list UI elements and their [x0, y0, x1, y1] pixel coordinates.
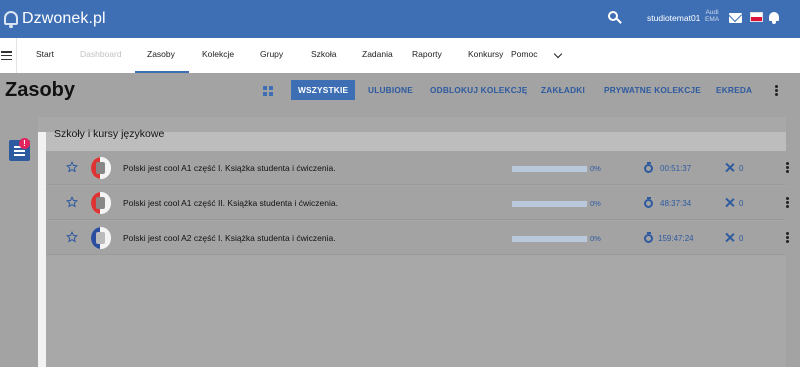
resource-title[interactable]: Polski jest cool A1 część I. Książka stu… — [123, 163, 336, 173]
tab-odblokuj-kolekcje[interactable]: ODBLOKUJ KOLEKCJĘ — [430, 85, 527, 95]
mail-icon[interactable] — [729, 13, 742, 23]
more-options-icon[interactable] — [775, 85, 778, 96]
close-icon — [725, 163, 735, 172]
stopwatch-icon — [644, 232, 654, 243]
page-root: Dzwonek.pl studiotemat01 Audi EMA Start … — [0, 0, 800, 367]
brand-name: Dzwonek.pl — [22, 10, 106, 27]
book-cover-icon — [91, 192, 111, 214]
nav-item-dashboard: Dashboard — [80, 49, 122, 59]
notification-bell-icon[interactable] — [769, 11, 779, 24]
progress-bar — [512, 236, 587, 242]
hamburger-menu-icon[interactable] — [1, 51, 12, 61]
polish-flag-icon[interactable] — [750, 12, 763, 22]
time-spent: 159:47:24 — [658, 234, 694, 243]
tab-wszystkie[interactable]: WSZYSTKIE — [291, 80, 356, 100]
progress-percent: 0% — [590, 199, 601, 208]
resource-row[interactable]: Polski jest cool A2 część I. Książka stu… — [46, 221, 789, 255]
mini-label-line1: Audi — [705, 9, 719, 16]
resource-row[interactable]: Polski jest cool A1 część I. Książka stu… — [46, 151, 789, 185]
nav-item-pomoc[interactable]: Pomoc — [511, 49, 537, 59]
time-spent: 00:51:37 — [660, 164, 692, 173]
book-cover-icon — [91, 157, 111, 179]
row-menu-icon[interactable] — [786, 162, 789, 174]
nav-item-zasoby[interactable]: Zasoby — [147, 49, 175, 59]
resource-row[interactable]: Polski jest cool A1 część II. Książka st… — [46, 186, 789, 220]
nav-item-raporty[interactable]: Raporty — [412, 49, 442, 59]
close-icon — [725, 198, 735, 207]
favorite-star-icon[interactable] — [66, 196, 78, 208]
account-mini-label[interactable]: Audi EMA — [705, 9, 719, 23]
book-cover-icon — [91, 227, 111, 249]
tab-prywatne-kolekcje[interactable]: PRYWATNE KOLEKCJE — [604, 85, 701, 95]
search-icon[interactable] — [608, 11, 622, 25]
stopwatch-icon — [644, 197, 654, 208]
left-rail: ! — [0, 117, 38, 367]
error-count: 0 — [739, 164, 744, 173]
nav-item-konkursy[interactable]: Konkursy — [468, 49, 503, 59]
nav-divider — [16, 38, 17, 73]
mini-label-line2: EMA — [705, 16, 720, 23]
main-navigation: Start Dashboard Zasoby Kolekcje Grupy Sz… — [0, 38, 800, 73]
error-count: 0 — [739, 234, 744, 243]
favorite-star-icon[interactable] — [66, 231, 78, 243]
grid-view-icon[interactable] — [263, 86, 273, 96]
resource-title[interactable]: Polski jest cool A2 część I. Książka stu… — [123, 233, 336, 243]
brand-link[interactable]: Dzwonek.pl — [0, 3, 106, 35]
favorite-star-icon[interactable] — [66, 161, 78, 173]
stopwatch-icon — [644, 162, 654, 173]
nav-item-kolekcje[interactable]: Kolekcje — [202, 49, 234, 59]
filter-alert-badge: ! — [19, 138, 30, 149]
top-app-bar: Dzwonek.pl studiotemat01 Audi EMA — [0, 0, 800, 38]
nav-item-grupy[interactable]: Grupy — [260, 49, 283, 59]
nav-item-start[interactable]: Start — [36, 49, 54, 59]
progress-percent: 0% — [590, 164, 601, 173]
time-spent: 48:37:34 — [660, 199, 692, 208]
error-count: 0 — [739, 199, 744, 208]
row-menu-icon[interactable] — [786, 232, 789, 244]
resource-section: Szkoły i kursy językowe Polski jest cool… — [46, 128, 789, 256]
tab-zakladki[interactable]: ZAKŁADKI — [541, 85, 585, 95]
progress-percent: 0% — [590, 234, 601, 243]
username-menu[interactable]: studiotemat01 — [647, 13, 700, 23]
close-icon — [725, 233, 735, 242]
section-title: Szkoły i kursy językowe — [54, 128, 165, 140]
tab-ekreda[interactable]: EKREDA — [716, 85, 752, 95]
page-title: Zasoby — [5, 79, 76, 101]
panel-edge — [38, 132, 46, 367]
bell-logo-icon — [2, 9, 20, 29]
progress-bar — [512, 166, 587, 172]
nav-item-szkola[interactable]: Szkoła — [311, 49, 337, 59]
tab-ulubione[interactable]: ULUBIONE — [368, 85, 413, 95]
resource-title[interactable]: Polski jest cool A1 część II. Książka st… — [123, 198, 338, 208]
progress-bar — [512, 201, 587, 207]
resources-header: Zasoby WSZYSTKIE ULUBIONE ODBLOKUJ KOLEK… — [0, 73, 800, 117]
nav-item-zadania[interactable]: Zadania — [362, 49, 393, 59]
chevron-down-icon[interactable] — [553, 49, 563, 59]
row-menu-icon[interactable] — [786, 197, 789, 209]
